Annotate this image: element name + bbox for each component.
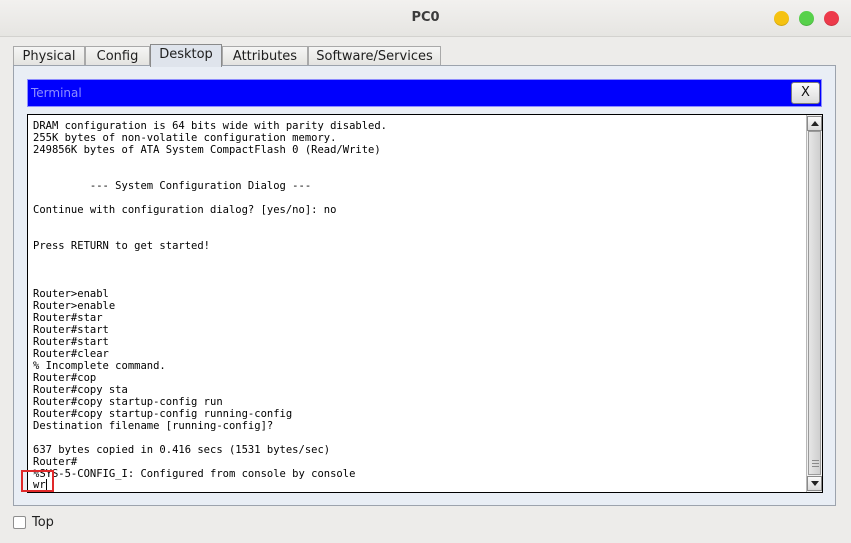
terminal-line: 637 bytes copied in 0.416 secs (1531 byt… <box>33 444 331 456</box>
terminal-line: Router#copy sta <box>33 384 128 396</box>
terminal-line: Router#start <box>33 336 109 348</box>
terminal-line: Router#copy startup-config run <box>33 396 223 408</box>
tab-desktop[interactable]: Desktop <box>150 44 222 67</box>
terminal-line: Continue with configuration dialog? [yes… <box>33 204 337 216</box>
close-window-icon[interactable] <box>824 11 839 26</box>
grip-line <box>812 460 819 461</box>
terminal-line: Destination filename [running-config]? <box>33 420 274 432</box>
top-checkbox[interactable] <box>13 516 26 529</box>
window-title: PC0 <box>411 10 440 25</box>
terminal-console[interactable]: DRAM configuration is 64 bits wide with … <box>27 114 823 493</box>
terminal-line: Router#clear <box>33 348 109 360</box>
terminal-line: %SYS-5-CONFIG_I: Configured from console… <box>33 468 356 480</box>
maximize-icon[interactable] <box>799 11 814 26</box>
tab-software-services[interactable]: Software/Services <box>308 46 441 65</box>
terminal-header: Terminal <box>27 79 822 107</box>
scroll-down-icon[interactable] <box>807 476 822 491</box>
terminal-line: % Incomplete command. <box>33 360 166 372</box>
terminal-line: DRAM configuration is 64 bits wide with … <box>33 120 388 132</box>
tab-physical[interactable]: Physical <box>13 46 85 65</box>
terminal-line: Router#star <box>33 312 103 324</box>
terminal-line: Router>enabl <box>33 288 109 300</box>
terminal-line: Router>enable <box>33 300 116 312</box>
minimize-icon[interactable] <box>774 11 789 26</box>
terminal-line: 255K bytes of non-volatile configuration… <box>33 132 337 144</box>
terminal-line: Router#start <box>33 324 109 336</box>
window-titlebar: PC0 <box>0 0 851 37</box>
terminal-line: 249856K bytes of ATA System CompactFlash… <box>33 144 381 156</box>
highlight-box <box>21 470 54 492</box>
scroll-up-icon[interactable] <box>807 116 822 131</box>
terminal-line: --- System Configuration Dialog --- <box>33 180 312 192</box>
terminal-line: Press RETURN to get started! <box>33 240 211 252</box>
terminal-line: Router#cop <box>33 372 97 384</box>
tab-config[interactable]: Config <box>85 46 150 65</box>
tab-attributes[interactable]: Attributes <box>222 46 308 65</box>
scrollbar-thumb[interactable] <box>808 131 821 475</box>
terminal-line: Router# <box>33 456 78 468</box>
terminal-title: Terminal <box>31 86 82 100</box>
terminal-output: DRAM configuration is 64 bits wide with … <box>33 120 387 480</box>
terminal-line: Router#copy startup-config running-confi… <box>33 408 293 420</box>
terminal-close-button[interactable]: X <box>791 82 820 104</box>
top-checkbox-label[interactable]: Top <box>32 515 54 530</box>
grip-line <box>812 463 819 464</box>
terminal-scrollbar[interactable] <box>806 115 822 492</box>
grip-line <box>812 466 819 467</box>
